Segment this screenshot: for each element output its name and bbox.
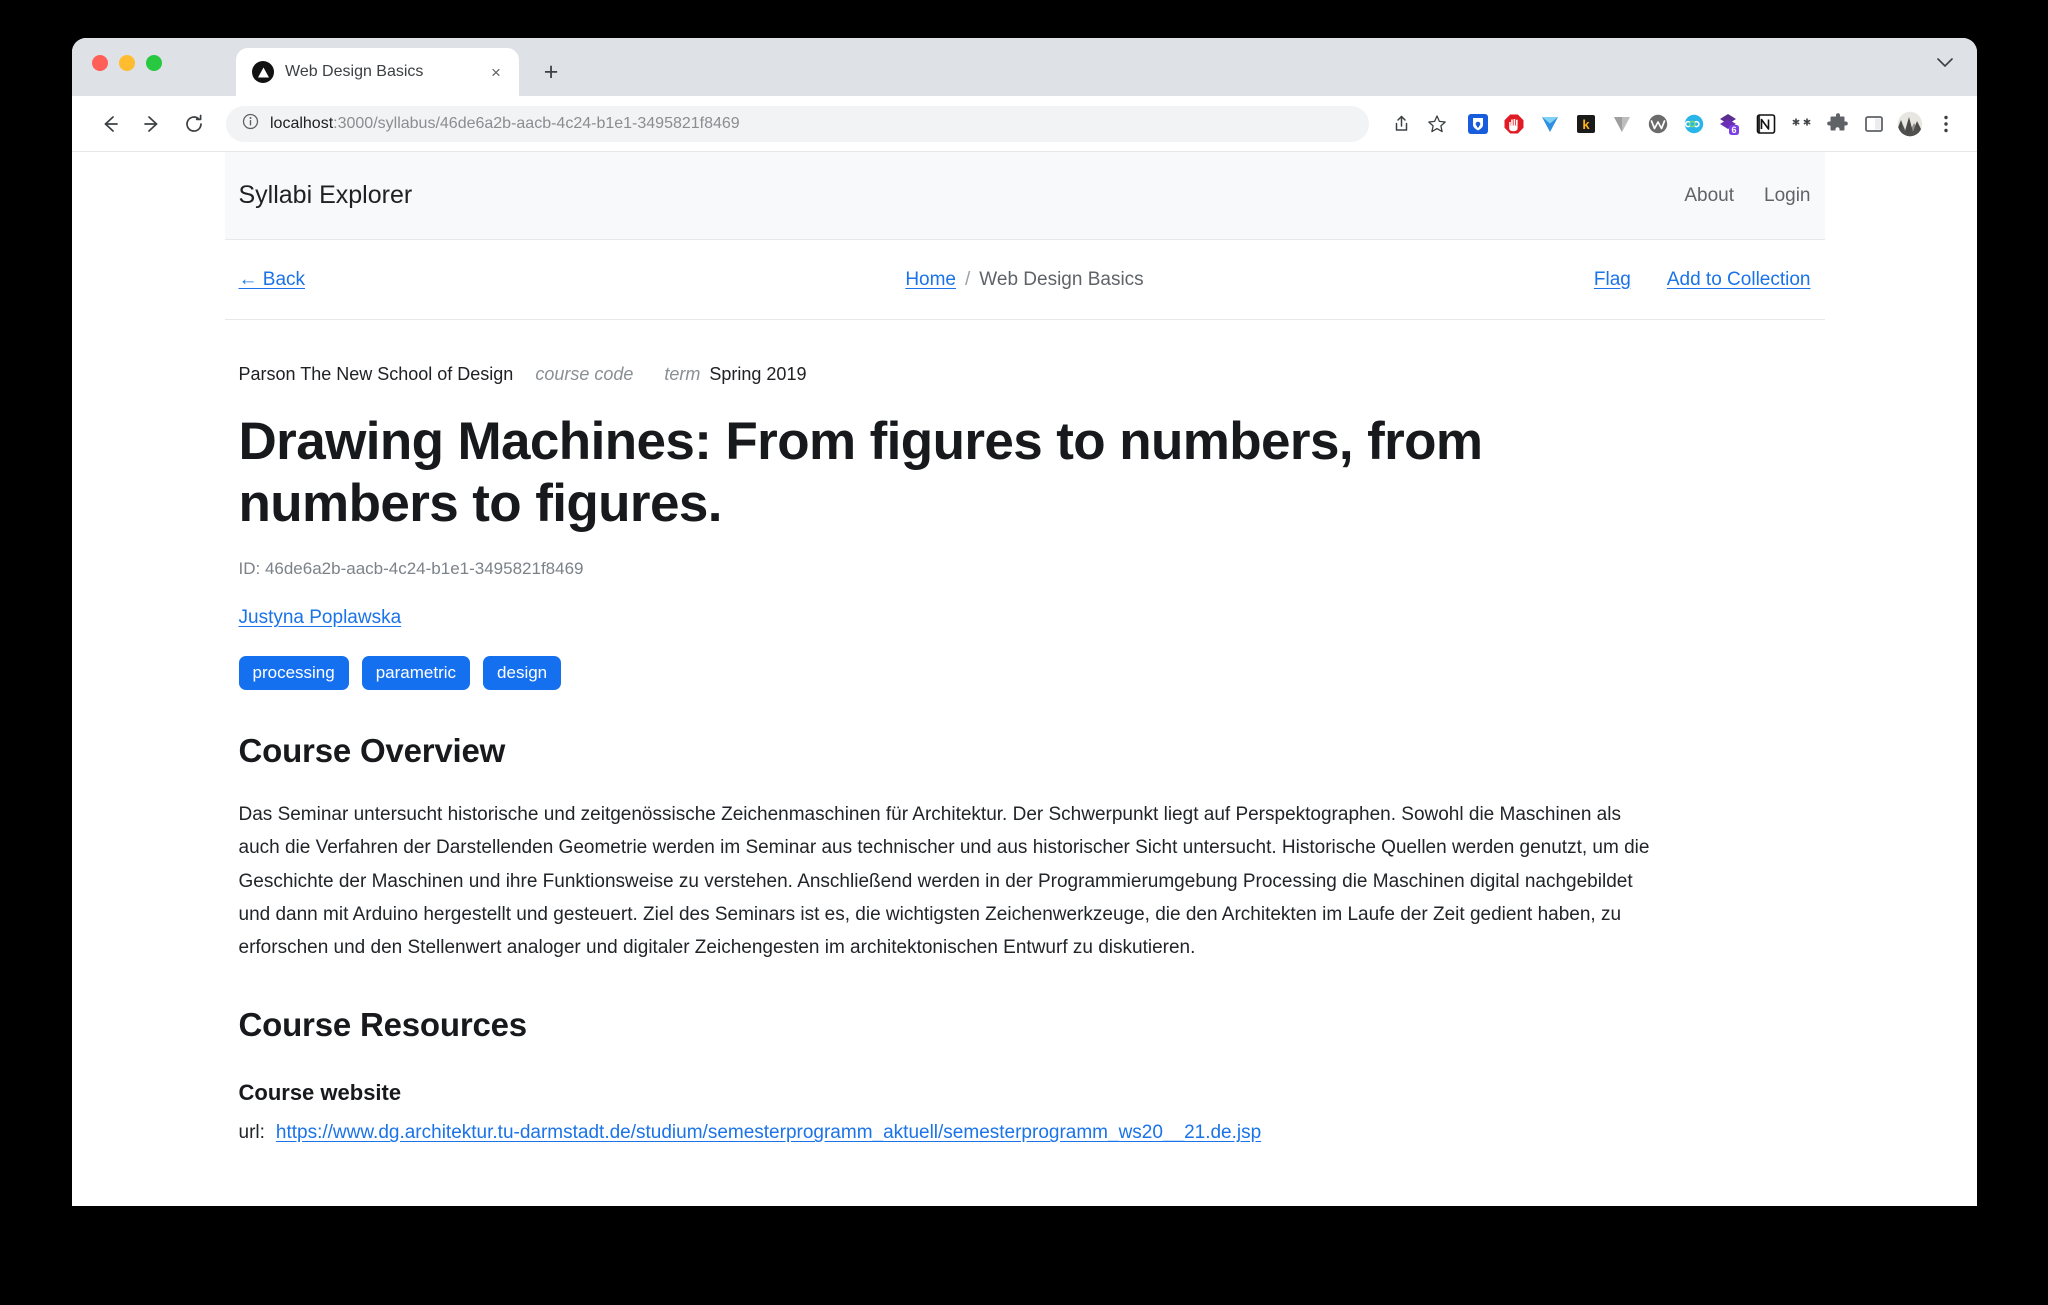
breadcrumb: Home / Web Design Basics — [905, 269, 1143, 291]
triangle-logo-icon — [252, 61, 274, 83]
back-navigation-icon[interactable] — [92, 106, 128, 142]
resource-url-label: url: — [238, 1122, 265, 1144]
notion-icon[interactable] — [1753, 111, 1779, 137]
honey-icon[interactable] — [1537, 111, 1563, 137]
share-icon[interactable] — [1385, 108, 1417, 140]
tag-design[interactable]: design — [483, 656, 562, 690]
site-nav: About Login — [1684, 185, 1810, 207]
browser-toolbar: localhost:3000/syllabus/46de6a2b-aacb-4c… — [72, 96, 1977, 152]
minimize-window-button[interactable] — [119, 55, 135, 71]
svg-text:k: k — [1582, 117, 1590, 132]
omnibox-actions — [1385, 108, 1453, 140]
institution-name: Parson The New School of Design — [238, 364, 514, 384]
kagi-icon[interactable]: k — [1573, 111, 1599, 137]
sidepanel-icon[interactable] — [1861, 111, 1887, 137]
browser-tab-strip: Web Design Basics × + — [72, 38, 1977, 96]
syllabus-id: ID: 46de6a2b-aacb-4c24-b1e1-3495821f8469 — [238, 559, 584, 578]
action-bar: ← Back Home / Web Design Basics Flag Add… — [224, 240, 1825, 320]
course-overview-text: Das Seminar untersucht historische und z… — [238, 804, 1650, 958]
action-bar-right: Flag Add to Collection — [1594, 269, 1811, 291]
syllabus-content: Parson The New School of Design course c… — [225, 364, 1825, 1144]
term-field: term Spring 2019 — [664, 364, 806, 385]
profile-avatar[interactable] — [1897, 111, 1923, 137]
adblock-icon[interactable] — [1501, 111, 1527, 137]
address-bar[interactable]: localhost:3000/syllabus/46de6a2b-aacb-4c… — [226, 105, 1369, 142]
bitwarden-icon[interactable] — [1465, 111, 1491, 137]
resource-url-link[interactable]: https://www.dg.architektur.tu-darmstadt.… — [276, 1122, 1261, 1144]
resource-url-row: url: https://www.dg.architektur.tu-darms… — [239, 1122, 1811, 1144]
page-container: Syllabi Explorer About Login ← Back Home… — [224, 152, 1825, 1144]
extension-badge-count: 6 — [1731, 125, 1736, 135]
course-code-label: course code — [535, 364, 634, 384]
url-path: :3000/syllabus/46de6a2b-aacb-4c24-b1e1-3… — [333, 114, 740, 132]
extension-icons: k 6 — [1465, 111, 1959, 137]
course-code-field: course code — [535, 364, 642, 385]
kebab-menu-icon[interactable] — [1933, 111, 1959, 137]
wallabag-icon[interactable] — [1645, 111, 1671, 137]
close-tab-icon[interactable]: × — [485, 61, 507, 83]
resource-name: Course website — [238, 1080, 402, 1106]
author-link[interactable]: Justyna Poplawska — [239, 607, 402, 629]
coil-icon[interactable] — [1681, 111, 1707, 137]
page-viewport: Syllabi Explorer About Login ← Back Home… — [72, 152, 1977, 1206]
course-overview-heading: Course Overview — [238, 732, 506, 769]
roam-icon[interactable]: 6 — [1717, 111, 1743, 137]
asterisk-icon[interactable] — [1789, 111, 1815, 137]
breadcrumb-separator: / — [965, 268, 971, 290]
nav-link-about[interactable]: About — [1684, 185, 1734, 207]
site-info-icon[interactable] — [242, 113, 259, 135]
vimium-icon[interactable] — [1609, 111, 1635, 137]
add-to-collection-button[interactable]: Add to Collection — [1667, 269, 1811, 291]
back-button[interactable]: ← Back — [239, 269, 306, 291]
puzzle-extensions-icon[interactable] — [1825, 111, 1851, 137]
tag-processing[interactable]: processing — [238, 656, 349, 690]
reload-icon[interactable] — [176, 106, 212, 142]
flag-button[interactable]: Flag — [1594, 269, 1631, 291]
course-resources-heading: Course Resources — [238, 1006, 528, 1044]
nav-link-login[interactable]: Login — [1764, 185, 1811, 207]
site-header: Syllabi Explorer About Login — [224, 152, 1825, 240]
breadcrumb-home-link[interactable]: Home — [905, 269, 956, 291]
browser-tab[interactable]: Web Design Basics × — [236, 48, 519, 96]
term-value: Spring 2019 — [709, 364, 807, 384]
term-label: term — [664, 364, 701, 384]
site-brand[interactable]: Syllabi Explorer — [239, 181, 413, 210]
syllabus-meta: Parson The New School of Design course c… — [239, 364, 1811, 385]
tag-list: processing parametric design — [238, 656, 1811, 690]
forward-navigation-icon[interactable] — [134, 106, 170, 142]
page-title: Drawing Machines: From figures to number… — [238, 412, 1484, 533]
tab-title: Web Design Basics — [285, 63, 424, 80]
chevron-down-icon[interactable] — [1937, 56, 1953, 71]
maximize-window-button[interactable] — [146, 55, 162, 71]
window-traffic-lights — [92, 55, 162, 71]
url-host: localhost — [270, 114, 334, 132]
address-bar-url: localhost:3000/syllabus/46de6a2b-aacb-4c… — [270, 115, 740, 133]
star-icon[interactable] — [1421, 108, 1453, 140]
tag-parametric[interactable]: parametric — [361, 656, 471, 690]
close-window-button[interactable] — [92, 55, 108, 71]
browser-window: Web Design Basics × + localhost:3000/syl… — [72, 38, 1977, 1206]
breadcrumb-current: Web Design Basics — [979, 268, 1144, 290]
new-tab-button[interactable]: + — [533, 54, 569, 90]
